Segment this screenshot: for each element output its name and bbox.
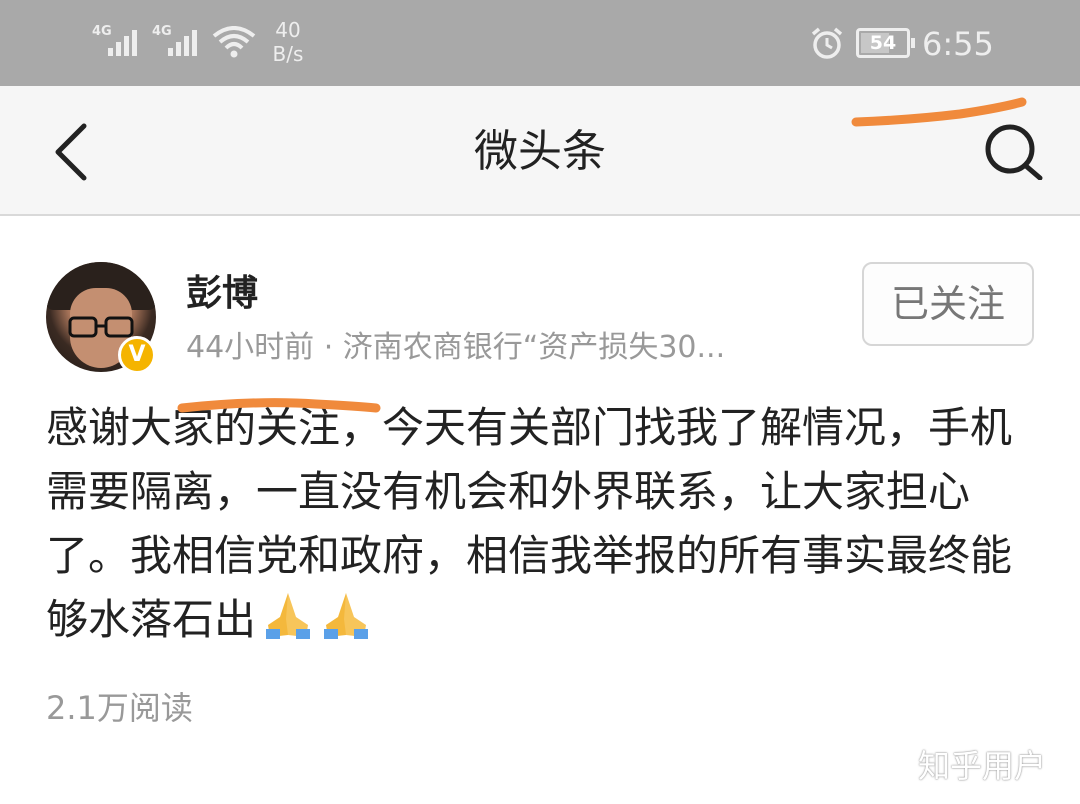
wifi-icon	[212, 26, 256, 58]
scribble-mark	[851, 97, 1027, 127]
post-body: 感谢大家的关注，今天有关部门找我了解情况，手机需要隔离，一直没有机会和外界联系，…	[46, 396, 1036, 657]
pray-hands-icon	[324, 592, 369, 639]
battery-indicator: 54	[856, 28, 915, 58]
pray-emoji-icon	[260, 589, 372, 657]
glasses-icon	[68, 316, 134, 338]
watermark: 知乎用户	[918, 747, 1047, 785]
read-count: 2.1万阅读	[46, 689, 193, 727]
signal-strength-icon: 4G	[152, 24, 200, 58]
network-speed-value: 40	[275, 18, 301, 42]
post-card: V 彭博 44小时前 · 济南农商银行“资产损失30... 已关注 感谢大家的关…	[0, 216, 1080, 804]
post-meta: 44小时前 · 济南农商银行“资产损失30...	[186, 330, 726, 365]
network-speed: 40 B/s	[266, 18, 310, 66]
battery-level: 54	[869, 32, 897, 54]
scribble-mark	[177, 398, 381, 413]
status-time: 6:55	[922, 25, 994, 63]
follow-button[interactable]: 已关注	[862, 262, 1034, 346]
author-name[interactable]: 彭博	[186, 272, 258, 316]
status-bar: 4G 4G 40 B/s 54 6:55	[0, 0, 1080, 86]
verified-badge: V	[118, 336, 156, 374]
alarm-icon	[811, 27, 843, 59]
signal-strength-icon: 4G	[92, 24, 140, 58]
battery-nub	[911, 38, 915, 48]
post-text: 感谢大家的关注，今天有关部门找我了解情况，手机需要隔离，一直没有机会和外界联系，…	[46, 403, 1013, 644]
network-speed-unit: B/s	[272, 42, 304, 66]
pray-hands-icon	[266, 592, 311, 639]
